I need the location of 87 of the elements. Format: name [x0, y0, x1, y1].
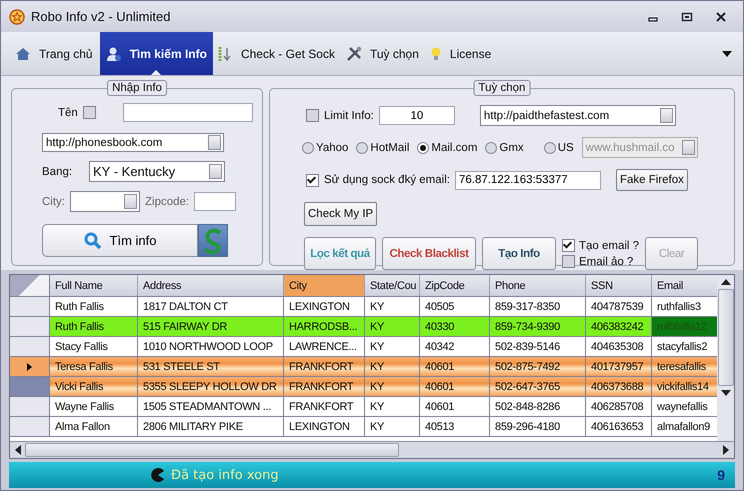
- table-cell: 404787539: [586, 297, 652, 316]
- table-cell: Stacy Fallis: [50, 337, 138, 356]
- window-title: Robo Info v2 - Unlimited: [31, 9, 170, 24]
- table-cell: 40505: [420, 297, 490, 316]
- column-header[interactable]: Phone: [490, 275, 586, 296]
- panel-legend: Nhập Info: [107, 80, 167, 96]
- toolbar-tab[interactable]: Tìm kiếm Info: [100, 32, 213, 75]
- state-dropdown[interactable]: KY - Kentucky: [89, 161, 225, 182]
- table-cell: 40601: [420, 397, 490, 416]
- table-cell: 404635308: [586, 337, 652, 356]
- table-cell: 2806 MILITARY PIKE: [138, 417, 284, 436]
- table-cell: 502-848-8286: [490, 397, 586, 416]
- site-dropdown[interactable]: http://phonesbook.com: [42, 133, 224, 152]
- sock-field[interactable]: 76.87.122.163:53377: [454, 170, 601, 190]
- table-cell: Ruth Fallis: [50, 297, 138, 316]
- radio-label: HotMail: [370, 142, 410, 154]
- table-cell: 515 FAIRWAY DR: [138, 317, 284, 336]
- table-cell: HARRODSB...: [284, 317, 365, 336]
- field-label: Zipcode:: [145, 196, 190, 208]
- column-header[interactable]: ZipCode: [420, 275, 490, 296]
- field-label: Bang:: [42, 166, 74, 178]
- table-cell: LEXINGTON: [284, 297, 365, 316]
- table-cell: FRANKFORT: [284, 397, 365, 416]
- table-cell: 859-734-9390: [490, 317, 586, 336]
- table-cell: 859-296-4180: [490, 417, 586, 436]
- radio-label: Mail.com: [431, 142, 478, 154]
- table-cell: 40601: [420, 377, 490, 396]
- site-dropdown[interactable]: http://paidthefastest.com: [480, 105, 676, 126]
- table-cell: 40601: [420, 357, 490, 376]
- toolbar-tab[interactable]: Trang chủ: [11, 32, 100, 75]
- toolbar-tab[interactable]: Check - Get Sock: [212, 32, 342, 75]
- search-button[interactable]: Tìm info: [42, 224, 198, 257]
- field-label: Sử dụng sock đký email:: [324, 174, 450, 186]
- table-cell: Wayne Fallis: [50, 397, 138, 416]
- table-cell: Alma Fallon: [50, 417, 138, 436]
- column-header[interactable]: State/Cou: [365, 275, 420, 296]
- table-cell: LEXINGTON: [284, 417, 365, 436]
- table-cell: 1505 STEADMANTOWN ...: [138, 397, 284, 416]
- table-cell: KY: [365, 337, 420, 356]
- table-cell: FRANKFORT: [284, 357, 365, 376]
- radio-label: US: [558, 142, 574, 154]
- toolbar-tab[interactable]: License: [426, 32, 498, 75]
- limit-field[interactable]: 10: [378, 106, 455, 125]
- column-header[interactable]: SSN: [586, 275, 652, 296]
- table-cell: KY: [365, 397, 420, 416]
- action-button[interactable]: Tạo Info: [482, 237, 556, 270]
- table-cell: LAWRENCE...: [284, 337, 365, 356]
- table-cell: 1010 NORTHWOOD LOOP: [138, 337, 284, 356]
- table-cell: 40513: [420, 417, 490, 436]
- table-cell: KY: [365, 317, 420, 336]
- table-cell: 1817 DALTON CT: [138, 297, 284, 316]
- table-cell: KY: [365, 357, 420, 376]
- radio-label: Gmx: [499, 142, 524, 154]
- table-cell: KY: [365, 417, 420, 436]
- table-cell: 5355 SLEEPY HOLLOW DR: [138, 377, 284, 396]
- checkbox-label: Email ảo ?: [579, 256, 634, 268]
- table-cell: KY: [365, 377, 420, 396]
- table-cell: Vicki Fallis: [50, 377, 138, 396]
- status-message: Đã tạo info xong: [171, 468, 279, 482]
- table-cell: Teresa Fallis: [50, 357, 138, 376]
- table-cell: 40330: [420, 317, 490, 336]
- radio-label: Yahoo: [316, 142, 348, 154]
- checkbox-label: Tạo email ?: [579, 240, 640, 252]
- panel-legend: Tuỳ chọn: [474, 80, 530, 96]
- table-cell: 406285708: [586, 397, 652, 416]
- table-cell: 859-317-8350: [490, 297, 586, 316]
- field-label: Tên: [58, 106, 78, 118]
- table-cell: 531 STEELE ST: [138, 357, 284, 376]
- table-cell: 502-647-3765: [490, 377, 586, 396]
- table-cell: KY: [365, 297, 420, 316]
- field-label: Limit Info:: [324, 110, 374, 122]
- field-label: City:: [42, 196, 65, 208]
- action-button[interactable]: Check Blacklist: [382, 237, 476, 270]
- table-cell: 502-839-5146: [490, 337, 586, 356]
- check-ip-button[interactable]: Check My IP: [304, 202, 378, 226]
- result-count: 9: [717, 467, 725, 483]
- table-cell: Ruth Fallis: [50, 317, 138, 336]
- fake-firefox-button[interactable]: Fake Firefox: [616, 169, 688, 191]
- table-cell: 502-875-7492: [490, 357, 586, 376]
- toolbar-tab[interactable]: Tuỳ chọn: [342, 32, 426, 75]
- table-cell: 406163653: [586, 417, 652, 436]
- table-cell: 406373688: [586, 377, 652, 396]
- table-cell: 40342: [420, 337, 490, 356]
- column-header[interactable]: Full Name: [50, 275, 138, 296]
- table-cell: 401737957: [586, 357, 652, 376]
- column-header[interactable]: City: [284, 275, 365, 296]
- table-cell: FRANKFORT: [284, 377, 365, 396]
